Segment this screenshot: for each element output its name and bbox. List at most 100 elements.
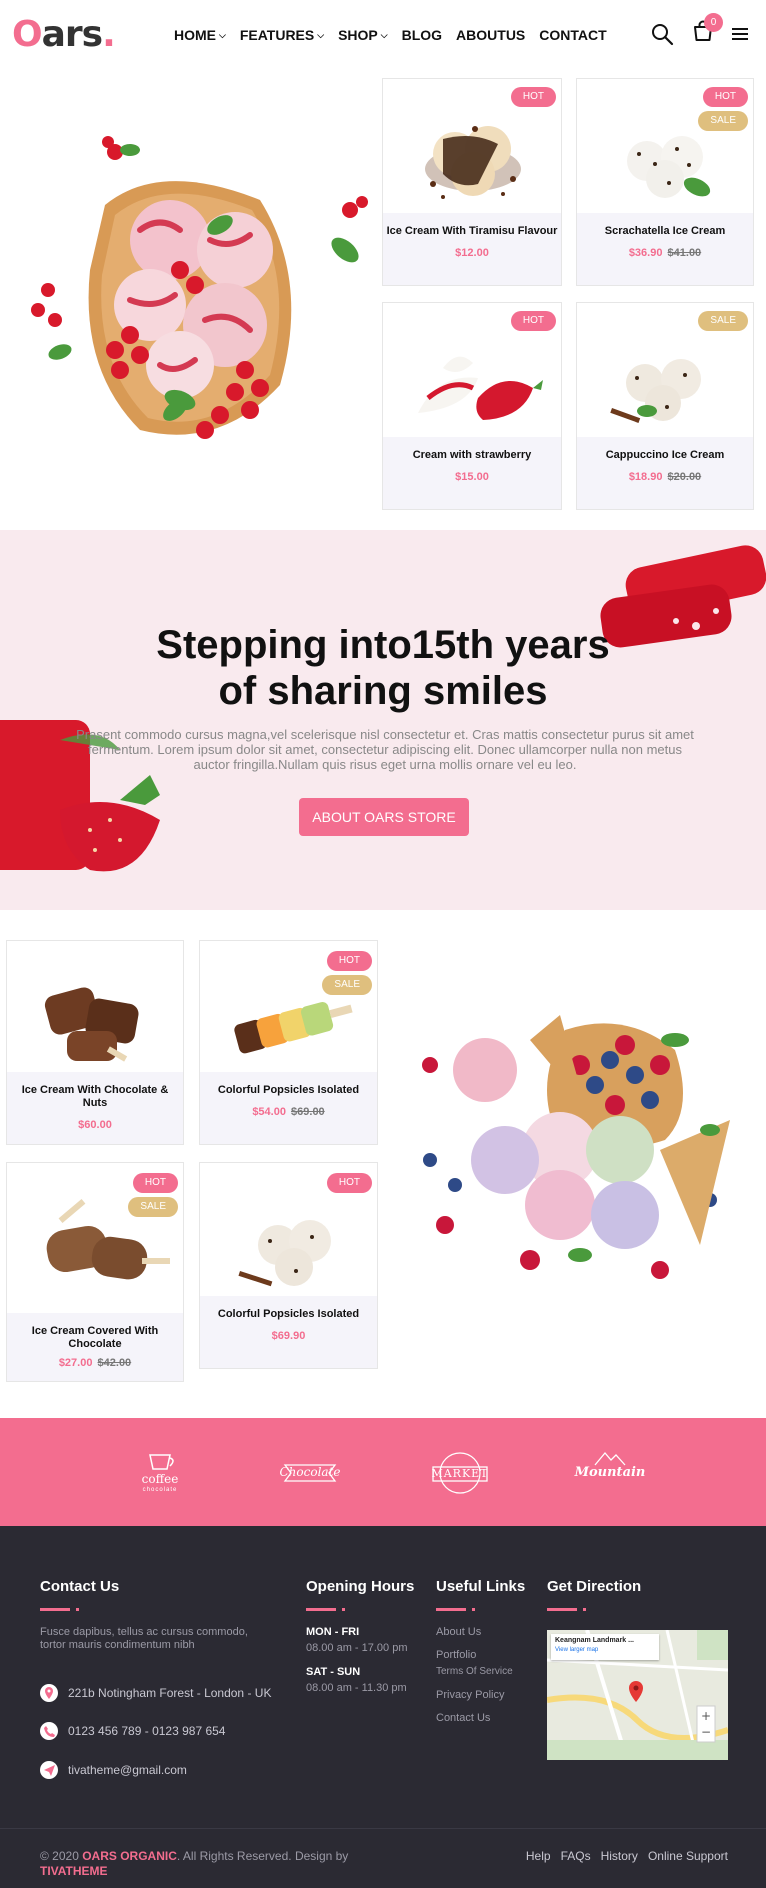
- map-info-box: Keangnam Landmark ... View larger map: [551, 1634, 659, 1660]
- brand-logo-chocolate[interactable]: Chocolate: [265, 1445, 355, 1501]
- product-name[interactable]: Ice Cream Covered With Chocolate: [7, 1325, 183, 1351]
- site-header: Oars. HOME ⌵ FEATURES ⌵ SHOP ⌵ BLOG ABOUTUS…: [0, 0, 766, 76]
- product-price: $27.00 $42.00: [7, 1357, 183, 1369]
- product-name[interactable]: Cappuccino Ice Cream: [577, 449, 753, 462]
- product-price: $60.00: [7, 1119, 183, 1131]
- footer-address: 221b Notingham Forest - London - UK: [40, 1684, 271, 1702]
- designer-link[interactable]: TIVATHEME: [40, 1864, 108, 1878]
- footer-link-about[interactable]: About Us: [436, 1626, 481, 1638]
- bottom-link-faqs[interactable]: FAQs: [561, 1849, 591, 1863]
- copyright-text: © 2020 OARS ORGANIC. All Rights Reserved…: [40, 1849, 348, 1879]
- chevron-down-icon: ⌵: [317, 29, 325, 40]
- footer-link-privacy[interactable]: Privacy Policy: [436, 1689, 504, 1701]
- bottom-links: Help FAQs History Online Support: [526, 1849, 728, 1863]
- product-info: Cream with strawberry $15.00: [383, 437, 561, 509]
- copyright-year: © 2020: [40, 1849, 79, 1863]
- map-larger-link[interactable]: View larger map: [555, 1647, 655, 1653]
- product-card[interactable]: HOT SALE Colorful Popsicles Isolated $54…: [199, 940, 378, 1145]
- bottom-link-support[interactable]: Online Support: [648, 1849, 728, 1863]
- ice-cream-berries-image: [422, 1015, 730, 1279]
- cart-button[interactable]: 0: [692, 13, 723, 47]
- product-card[interactable]: HOT Colorful Popsicles Isolated $69.90: [199, 1162, 378, 1369]
- hot-badge: HOT: [326, 951, 372, 971]
- current-price: $27.00: [58, 1357, 93, 1369]
- old-price: $69.00: [291, 1106, 325, 1118]
- sale-badge: SALE: [128, 1197, 178, 1217]
- product-image[interactable]: [7, 941, 183, 1093]
- hours-time: 08.00 am - 11.30 pm: [306, 1682, 407, 1694]
- email-text[interactable]: tivatheme@gmail.com: [68, 1763, 187, 1777]
- current-price: $54.00: [252, 1106, 286, 1118]
- brand-logo-coffee[interactable]: coffee chocolate: [115, 1445, 205, 1501]
- logo-letter-o: O: [12, 14, 43, 55]
- footer-link-terms[interactable]: Terms Of Service: [436, 1666, 513, 1677]
- footer-contact-title: Contact Us: [40, 1578, 120, 1595]
- current-price: $36.90: [628, 247, 663, 259]
- banner-text: Prasent commodo cursus magna,vel sceleri…: [76, 727, 694, 772]
- about-store-button[interactable]: ABOUT OARS STORE: [299, 798, 469, 836]
- banner-title-line2: of sharing smiles: [218, 669, 548, 713]
- ice-cream-cone-image: [31, 136, 368, 439]
- location-map[interactable]: + − Keangnam Landmark ... View larger ma…: [547, 1630, 728, 1760]
- main-nav: HOME ⌵ FEATURES ⌵ SHOP ⌵ BLOG ABOUTUS CONTA…: [174, 27, 621, 43]
- nav-shop[interactable]: SHOP ⌵: [338, 27, 388, 43]
- nav-contact-label: CONTACT: [539, 27, 607, 43]
- product-info: Colorful Popsicles Isolated $54.00 $69.0…: [200, 1072, 377, 1144]
- product-price: $15.00: [383, 471, 561, 483]
- product-name[interactable]: Ice Cream With Chocolate & Nuts: [7, 1084, 183, 1110]
- chevron-down-icon: ⌵: [219, 29, 226, 40]
- current-price: $69.90: [271, 1330, 306, 1342]
- menu-icon[interactable]: [732, 27, 748, 41]
- product-card[interactable]: HOT Cream with strawberry $15.00: [382, 302, 562, 510]
- sale-badge: SALE: [322, 975, 372, 995]
- bottom-link-help[interactable]: Help: [526, 1849, 551, 1863]
- copyright-brand[interactable]: OARS ORGANIC: [82, 1849, 177, 1863]
- nav-contact[interactable]: CONTACT: [539, 27, 606, 43]
- brand-logo-market[interactable]: MARKET: [415, 1445, 505, 1501]
- product-name[interactable]: Colorful Popsicles Isolated: [200, 1308, 377, 1321]
- footer-link-contact[interactable]: Contact Us: [436, 1712, 490, 1724]
- current-price: $60.00: [78, 1119, 112, 1131]
- current-price: $12.00: [455, 247, 489, 259]
- product-price: $36.90 $41.00: [577, 247, 753, 259]
- nav-features-label: FEATURES: [239, 27, 315, 43]
- footer-link-portfolio[interactable]: Portfolio: [436, 1649, 476, 1661]
- hot-badge: HOT: [510, 87, 556, 107]
- title-underline: [436, 1608, 476, 1611]
- phone-text[interactable]: 0123 456 789 - 0123 987 654: [68, 1724, 225, 1738]
- product-name[interactable]: Cream with strawberry: [383, 449, 561, 462]
- nav-aboutus-label: ABOUTUS: [456, 27, 526, 43]
- old-price: $20.00: [667, 471, 702, 483]
- hours-day: MON - FRI: [306, 1626, 360, 1638]
- footer-links-title: Useful Links: [436, 1578, 526, 1595]
- brand-logo-mountain[interactable]: Mountain: [565, 1445, 655, 1501]
- product-card[interactable]: Ice Cream With Chocolate & Nuts $60.00: [6, 940, 184, 1145]
- bottom-link-history[interactable]: History: [601, 1849, 638, 1863]
- nav-home[interactable]: HOME ⌵: [174, 27, 226, 43]
- footer-direction-title: Get Direction: [547, 1578, 642, 1595]
- hot-badge: HOT: [702, 87, 748, 107]
- product-name[interactable]: Ice Cream With Tiramisu Flavour: [383, 225, 561, 238]
- product-info: Ice Cream Covered With Chocolate $27.00 …: [7, 1313, 183, 1381]
- product-info: Scrachatella Ice Cream $36.90 $41.00: [577, 213, 753, 285]
- product-name[interactable]: Scrachatella Ice Cream: [577, 225, 753, 238]
- search-icon[interactable]: [650, 22, 674, 46]
- nav-features[interactable]: FEATURES ⌵: [240, 27, 324, 43]
- product-card[interactable]: HOT Ice Cream With Tiramisu Flavour $12.…: [382, 78, 562, 286]
- product-price: $12.00: [383, 247, 561, 259]
- phone-icon: [40, 1722, 58, 1740]
- nav-aboutus[interactable]: ABOUTUS: [456, 27, 525, 43]
- brand-name: MARKET: [431, 1467, 489, 1480]
- nav-blog[interactable]: BLOG: [402, 27, 442, 43]
- product-name[interactable]: Colorful Popsicles Isolated: [200, 1084, 377, 1097]
- site-logo[interactable]: Oars.: [12, 14, 116, 55]
- product-card[interactable]: HOT SALE Scrachatella Ice Cream $36.90 $…: [576, 78, 754, 286]
- title-underline: [40, 1608, 80, 1611]
- footer-email: tivatheme@gmail.com: [40, 1761, 187, 1779]
- product-card[interactable]: HOT SALE Ice Cream Covered With Chocolat…: [6, 1162, 184, 1382]
- product-card[interactable]: SALE Cappuccino Ice Cream $18.90 $20.00: [576, 302, 754, 510]
- location-pin-icon: [40, 1684, 58, 1702]
- site-footer: Contact Us Fusce dapibus, tellus ac curs…: [0, 1526, 766, 1828]
- footer-phone: 0123 456 789 - 0123 987 654: [40, 1722, 225, 1740]
- hot-badge: HOT: [326, 1173, 372, 1193]
